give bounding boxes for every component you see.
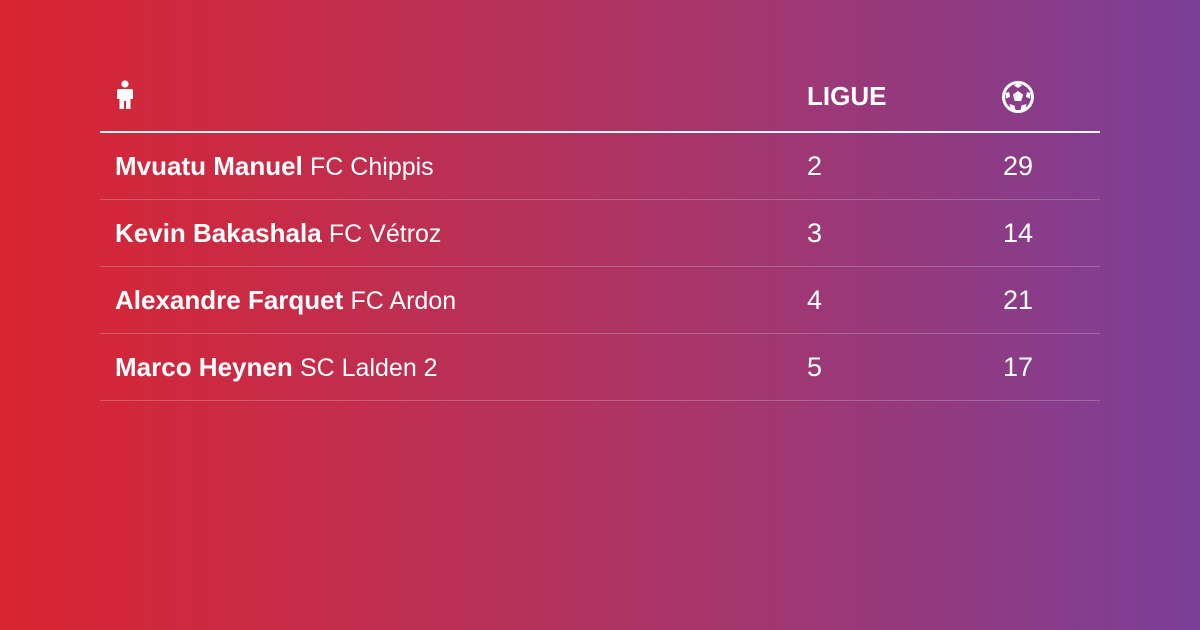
player-cell: Alexandre Farquet FC Ardon [115, 285, 456, 316]
league-value: 3 [807, 218, 823, 248]
goals-value: 17 [1003, 352, 1034, 382]
player-name: Marco Heynen [115, 352, 293, 382]
table-row: Alexandre Farquet FC Ardon 4 21 [100, 267, 1100, 334]
table-header: LIGUE [100, 64, 1100, 133]
person-icon [115, 80, 135, 110]
table-row: Kevin Bakashala FC Vétroz 3 14 [100, 200, 1100, 267]
club-name: FC Vétroz [328, 220, 442, 248]
league-value: 4 [807, 285, 823, 315]
league-value: 2 [807, 151, 823, 181]
player-name: Alexandre Farquet [115, 285, 344, 315]
goals-value: 29 [1003, 151, 1034, 181]
player-cell: Marco Heynen SC Lalden 2 [115, 352, 438, 383]
league-column-header: LIGUE [807, 81, 887, 111]
soccer-ball-icon [1001, 80, 1035, 114]
table-row: Marco Heynen SC Lalden 2 5 17 [100, 334, 1100, 401]
club-name: FC Chippis [310, 153, 434, 181]
goals-value: 14 [1003, 218, 1034, 248]
table-row: Mvuatu Manuel FC Chippis 2 29 [100, 133, 1100, 200]
league-value: 5 [807, 352, 823, 382]
player-cell: Mvuatu Manuel FC Chippis [115, 151, 434, 182]
player-name: Mvuatu Manuel [115, 151, 303, 181]
player-name: Kevin Bakashala [115, 218, 322, 248]
scorers-table: LIGUE Mvuatu Manuel FC Chippis 2 29 Kevi… [100, 64, 1100, 401]
club-name: FC Ardon [350, 287, 457, 315]
club-name: SC Lalden 2 [299, 354, 438, 382]
player-cell: Kevin Bakashala FC Vétroz [115, 218, 441, 249]
goals-value: 21 [1003, 285, 1034, 315]
